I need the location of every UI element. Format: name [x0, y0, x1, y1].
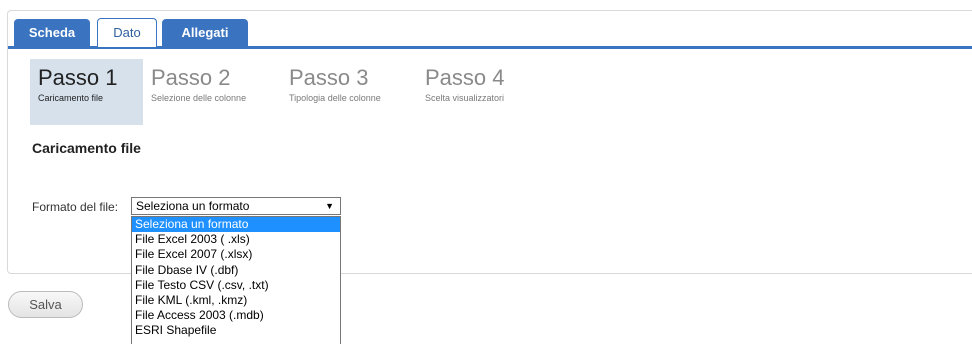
section-title: Caricamento file — [32, 140, 141, 156]
tab-allegati[interactable]: Allegati — [162, 19, 248, 46]
dropdown-arrow-icon: ▼ — [325, 201, 334, 211]
step-description: Caricamento file — [38, 93, 104, 103]
step-3[interactable]: Passo 3 Tipologia delle colonne — [281, 59, 417, 125]
format-option[interactable]: File Testo CSV (.csv, .txt) — [132, 278, 340, 293]
format-option[interactable]: File Dbase IV (.dbf) — [132, 263, 340, 278]
format-label: Formato del file: — [32, 200, 119, 214]
format-option[interactable]: File Excel 2003 ( .xls) — [132, 232, 340, 247]
step-number: Passo 4 — [425, 65, 505, 90]
step-4[interactable]: Passo 4 Scelta visualizzatori — [417, 59, 547, 125]
step-number: Passo 3 — [289, 65, 369, 90]
format-option[interactable]: File Access 2003 (.mdb) — [132, 308, 340, 323]
step-number: Passo 2 — [151, 65, 231, 90]
tab-scheda[interactable]: Scheda — [14, 19, 90, 46]
step-2[interactable]: Passo 2 Selezione delle colonne — [143, 59, 281, 125]
format-option[interactable]: File Excel 2007 (.xlsx) — [132, 247, 340, 262]
format-select-value: Seleziona un formato — [136, 199, 250, 213]
format-option[interactable]: ESRI Shapefile — [132, 323, 340, 338]
tab-dato[interactable]: Dato — [97, 18, 157, 47]
format-option[interactable]: File KML (.kml, .kmz) — [132, 293, 340, 308]
save-button[interactable]: Salva — [8, 291, 83, 318]
step-1[interactable]: Passo 1 Caricamento file — [30, 59, 143, 125]
format-select[interactable]: Seleziona un formato ▼ — [131, 197, 341, 215]
step-description: Selezione delle colonne — [151, 93, 247, 103]
tab-bar: Scheda Dato Allegati — [8, 11, 972, 49]
step-description: Tipologia delle colonne — [289, 93, 381, 103]
step-number: Passo 1 — [38, 65, 118, 90]
format-option[interactable]: Seleziona un formato — [132, 217, 340, 233]
step-description: Scelta visualizzatori — [425, 93, 505, 103]
format-dropdown-list: Seleziona un formato File Excel 2003 ( .… — [131, 216, 341, 344]
